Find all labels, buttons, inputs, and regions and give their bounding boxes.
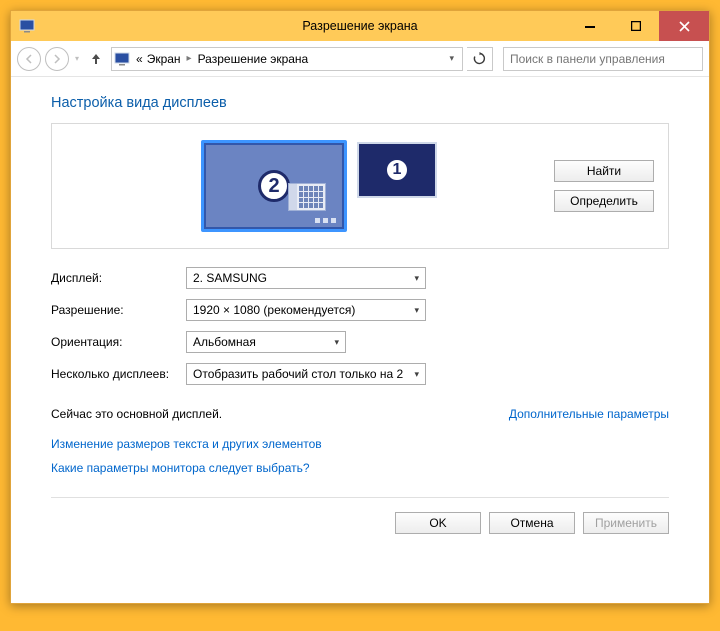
settings-grid: Дисплей: 2. SAMSUNG ▾ Разрешение: 1920 ×… [51, 267, 669, 385]
chevron-down-icon[interactable]: ▾ [443, 53, 460, 64]
divider [51, 497, 669, 498]
system-icon [19, 18, 35, 34]
close-button[interactable] [659, 11, 709, 41]
ok-button[interactable]: OK [395, 512, 481, 534]
apply-button[interactable]: Применить [583, 512, 669, 534]
desktop-preview-icon [288, 183, 326, 211]
chevron-down-icon: ▾ [414, 273, 419, 284]
window-frame: Разрешение экрана ▾ [10, 10, 710, 604]
window-controls [567, 11, 709, 41]
monitor-2[interactable]: 2 [201, 140, 347, 232]
monitor-number: 2 [258, 170, 290, 202]
main-display-status: Сейчас это основной дисплей. [51, 407, 222, 421]
monitor-icon [114, 51, 130, 67]
chevron-right-icon: ▸ [183, 53, 196, 64]
monitor-layout[interactable]: 2 1 [66, 140, 554, 232]
find-button[interactable]: Найти [554, 160, 654, 182]
up-button[interactable] [85, 48, 107, 70]
multi-display-value: Отобразить рабочий стол только на 2 [193, 367, 403, 381]
chevron-down-icon: ▾ [334, 337, 339, 348]
chevron-down-icon: ▾ [414, 369, 419, 380]
forward-button[interactable] [45, 47, 69, 71]
search-input[interactable] [503, 47, 703, 71]
cancel-button[interactable]: Отмена [489, 512, 575, 534]
multi-display-label: Несколько дисплеев: [51, 367, 186, 381]
identify-button[interactable]: Определить [554, 190, 654, 212]
resolution-label: Разрешение: [51, 303, 186, 317]
breadcrumb-root[interactable]: « [134, 52, 145, 66]
monitor-number: 1 [384, 157, 410, 183]
monitor-help-link[interactable]: Какие параметры монитора следует выбрать… [51, 461, 669, 475]
maximize-button[interactable] [613, 11, 659, 41]
breadcrumb-item-1[interactable]: Экран [145, 52, 183, 66]
orientation-label: Ориентация: [51, 335, 186, 349]
display-arrangement-panel: 2 1 [51, 123, 669, 249]
breadcrumb[interactable]: « Экран ▸ Разрешение экрана ▾ [111, 47, 463, 71]
breadcrumb-item-2[interactable]: Разрешение экрана [196, 52, 311, 66]
orientation-value: Альбомная [193, 335, 256, 349]
display-select[interactable]: 2. SAMSUNG ▾ [186, 267, 426, 289]
advanced-settings-link[interactable]: Дополнительные параметры [509, 407, 669, 421]
section-title: Настройка вида дисплеев [51, 95, 669, 111]
orientation-select[interactable]: Альбомная ▾ [186, 331, 346, 353]
resolution-select[interactable]: 1920 × 1080 (рекомендуется) ▾ [186, 299, 426, 321]
toolbar: ▾ « Экран ▸ Разрешение экрана ▾ [11, 41, 709, 77]
display-value: 2. SAMSUNG [193, 271, 267, 285]
chevron-down-icon: ▾ [414, 305, 419, 316]
display-label: Дисплей: [51, 271, 186, 285]
multi-display-select[interactable]: Отобразить рабочий стол только на 2 ▾ [186, 363, 426, 385]
history-dropdown[interactable]: ▾ [73, 54, 81, 63]
back-button[interactable] [17, 47, 41, 71]
dialog-buttons: OK Отмена Применить [51, 512, 669, 534]
titlebar[interactable]: Разрешение экрана [11, 11, 709, 41]
taskbar-preview [208, 217, 340, 225]
monitor-1[interactable]: 1 [357, 142, 437, 198]
resolution-value: 1920 × 1080 (рекомендуется) [193, 303, 355, 317]
minimize-button[interactable] [567, 11, 613, 41]
text-size-link[interactable]: Изменение размеров текста и других элеме… [51, 437, 669, 451]
refresh-button[interactable] [467, 47, 493, 71]
content-area: Настройка вида дисплеев 2 [11, 77, 709, 534]
